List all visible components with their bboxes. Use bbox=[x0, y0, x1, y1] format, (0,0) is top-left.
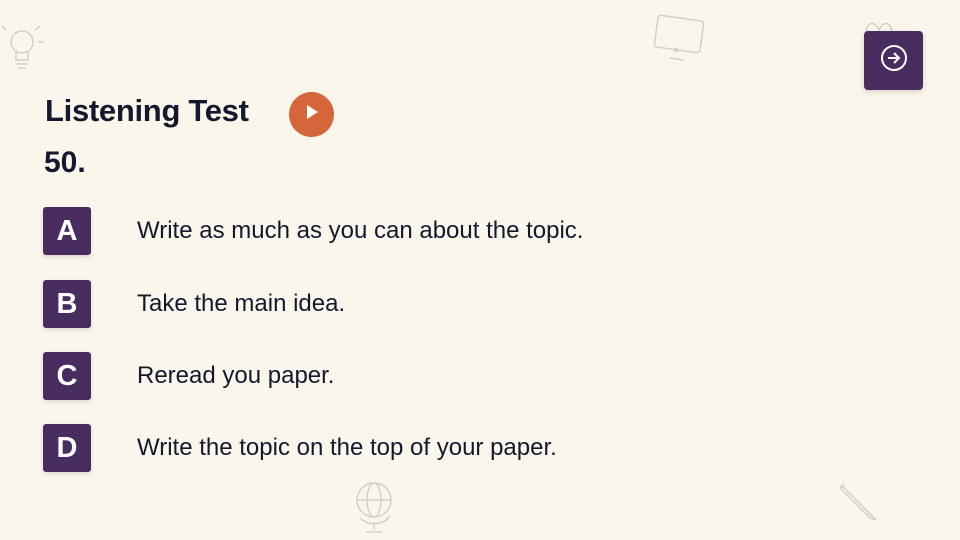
option-letter-badge: D bbox=[43, 424, 91, 472]
option-b[interactable]: B Take the main idea. bbox=[43, 280, 743, 328]
arrow-right-circle-icon bbox=[880, 44, 908, 77]
page-title: Listening Test bbox=[45, 93, 249, 128]
option-c[interactable]: C Reread you paper. bbox=[43, 352, 743, 400]
lightbulb-icon bbox=[0, 22, 50, 74]
option-d[interactable]: D Write the topic on the top of your pap… bbox=[43, 424, 743, 472]
play-icon bbox=[304, 103, 320, 126]
option-letter-badge: B bbox=[43, 280, 91, 328]
option-text: Take the main idea. bbox=[137, 290, 346, 317]
option-text: Reread you paper. bbox=[137, 362, 335, 389]
option-text: Write the topic on the top of your paper… bbox=[137, 434, 557, 461]
pencil-icon bbox=[836, 478, 882, 524]
option-letter-badge: A bbox=[43, 207, 91, 255]
question-number: 50. bbox=[44, 146, 86, 179]
option-letter-badge: C bbox=[43, 352, 91, 400]
globe-icon bbox=[352, 478, 398, 536]
play-button[interactable] bbox=[289, 92, 334, 137]
computer-monitor-icon bbox=[650, 14, 708, 64]
option-a[interactable]: A Write as much as you can about the top… bbox=[43, 207, 743, 255]
option-text: Write as much as you can about the topic… bbox=[137, 217, 584, 244]
next-button[interactable] bbox=[864, 31, 923, 90]
